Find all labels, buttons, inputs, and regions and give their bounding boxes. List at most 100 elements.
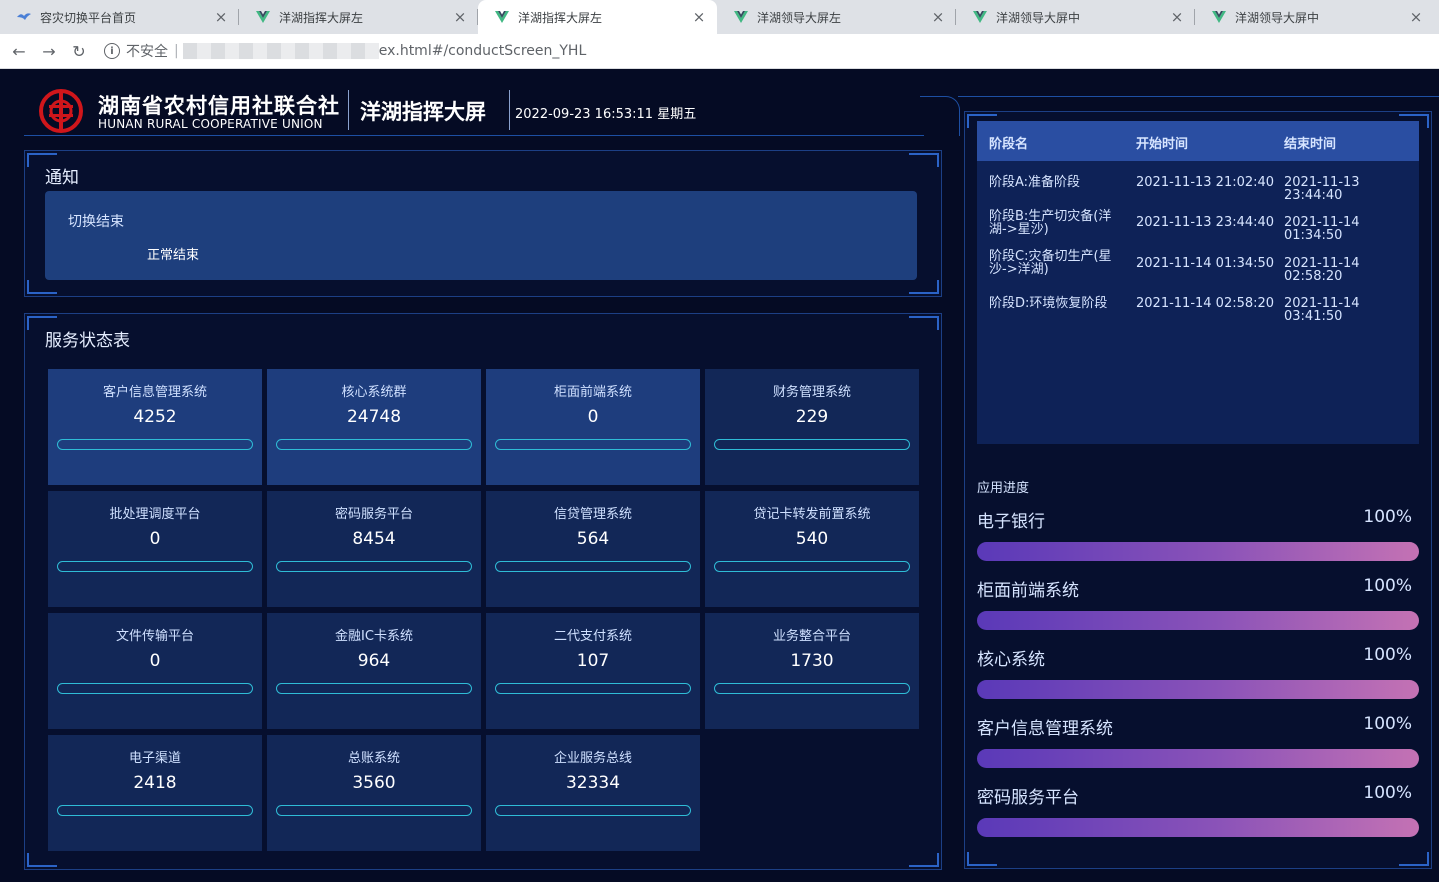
progress-bar bbox=[977, 542, 1419, 561]
service-tile[interactable]: 柜面前端系统 0 bbox=[486, 369, 700, 485]
service-name: 总账系统 bbox=[347, 751, 400, 766]
header-topline bbox=[958, 96, 1439, 97]
service-status-panel: 服务状态表 客户信息管理系统 4252 核心系统群 24748 柜面前端系统 0 财务… bbox=[24, 313, 942, 870]
service-tile[interactable]: 二代支付系统 107 bbox=[486, 613, 700, 729]
header-divider bbox=[509, 90, 510, 130]
service-value: 107 bbox=[576, 651, 610, 671]
service-name: 业务整合平台 bbox=[772, 629, 851, 644]
service-tile[interactable]: 信贷管理系统 564 bbox=[486, 491, 700, 607]
service-status-bar bbox=[276, 439, 472, 450]
browser-tab[interactable]: 洋湖领导大屏中 × bbox=[1195, 0, 1434, 34]
dashboard: 湖南省农村信用社联合社 HUNAN RURAL COOPERATIVE UNIO… bbox=[0, 70, 1439, 882]
close-icon[interactable]: × bbox=[1169, 8, 1185, 26]
column-header-stage: 阶段名 bbox=[989, 137, 1029, 152]
notice-title: 通知 bbox=[45, 168, 79, 188]
service-name: 电子渠道 bbox=[128, 751, 181, 766]
tab-label: 洋湖指挥大屏左 bbox=[518, 10, 603, 25]
panel-corner bbox=[27, 853, 57, 867]
service-name: 文件传输平台 bbox=[115, 629, 194, 644]
browser-tab[interactable]: 洋湖指挥大屏左 × bbox=[239, 0, 478, 34]
stage-start: 2021-11-14 01:34:50 bbox=[1136, 256, 1275, 271]
vue-icon bbox=[255, 9, 271, 25]
page-title: 洋湖指挥大屏 bbox=[360, 100, 486, 124]
progress-bar bbox=[977, 818, 1419, 837]
service-name: 金融IC卡系统 bbox=[335, 629, 413, 644]
service-tile[interactable]: 企业服务总线 32334 bbox=[486, 735, 700, 851]
info-icon[interactable]: i bbox=[104, 43, 120, 59]
service-status-bar bbox=[714, 439, 910, 450]
vue-icon bbox=[733, 9, 749, 25]
close-icon[interactable]: × bbox=[691, 8, 707, 26]
close-icon[interactable]: × bbox=[930, 8, 946, 26]
service-tile[interactable]: 财务管理系统 229 bbox=[705, 369, 919, 485]
close-icon[interactable]: × bbox=[213, 8, 229, 26]
service-tile[interactable]: 贷记卡转发前置系统 540 bbox=[705, 491, 919, 607]
browser-tab[interactable]: 洋湖领导大屏左 × bbox=[717, 0, 956, 34]
service-value: 0 bbox=[149, 651, 161, 671]
service-name: 批处理调度平台 bbox=[109, 507, 201, 522]
url-field[interactable]: i 不安全 | ex.html#/conductScreen_YHL bbox=[104, 37, 1429, 65]
tab-label: 洋湖指挥大屏左 bbox=[279, 10, 364, 25]
tab-label: 洋湖领导大屏中 bbox=[1235, 10, 1320, 25]
tab-label: 容灾切换平台首页 bbox=[40, 10, 137, 25]
stage-start: 2021-11-14 02:58:20 bbox=[1136, 296, 1275, 311]
browser-tab[interactable]: 洋湖领导大屏中 × bbox=[956, 0, 1195, 34]
service-tile[interactable]: 文件传输平台 0 bbox=[48, 613, 262, 729]
service-status-bar bbox=[714, 683, 910, 694]
service-tile[interactable]: 批处理调度平台 0 bbox=[48, 491, 262, 607]
stage-progress-panel: 阶段名 开始时间 结束时间 阶段A:准备阶段 2021-11-13 21:02:… bbox=[964, 111, 1432, 869]
service-value: 564 bbox=[576, 529, 610, 549]
progress-item-name: 密码服务平台 bbox=[977, 788, 1079, 808]
back-arrow-icon[interactable]: ← bbox=[8, 40, 30, 62]
org-name-en: HUNAN RURAL COOPERATIVE UNION bbox=[98, 117, 323, 131]
service-status-bar bbox=[57, 805, 253, 816]
stage-name: 阶段C:灾备切生产(星沙->洋湖) bbox=[989, 249, 1112, 277]
panel-corner bbox=[1399, 852, 1429, 866]
service-tile[interactable]: 核心系统群 24748 bbox=[267, 369, 481, 485]
progress-item-name: 柜面前端系统 bbox=[977, 581, 1079, 601]
url-redacted bbox=[182, 43, 379, 59]
progress-item-name: 电子银行 bbox=[977, 512, 1045, 532]
tab-label: 洋湖领导大屏中 bbox=[996, 10, 1081, 25]
stage-start: 2021-11-13 23:44:40 bbox=[1136, 215, 1275, 230]
url-text[interactable]: ex.html#/conductScreen_YHL bbox=[379, 43, 587, 59]
progress-bar bbox=[977, 749, 1419, 768]
stage-name: 阶段D:环境恢复阶段 bbox=[989, 296, 1108, 311]
stage-start: 2021-11-13 21:02:40 bbox=[1136, 175, 1275, 190]
service-value: 8454 bbox=[352, 529, 396, 549]
panel-corner bbox=[909, 280, 939, 294]
service-status-title: 服务状态表 bbox=[45, 331, 130, 351]
service-value: 2418 bbox=[133, 773, 177, 793]
vue-icon bbox=[972, 9, 988, 25]
service-tile[interactable]: 电子渠道 2418 bbox=[48, 735, 262, 851]
progress-item-value: 100% bbox=[1363, 576, 1412, 596]
service-value: 3560 bbox=[352, 773, 396, 793]
close-icon[interactable]: × bbox=[1408, 8, 1424, 26]
stage-end: 2021-11-14 02:58:20 bbox=[1284, 256, 1360, 284]
progress-bar bbox=[977, 680, 1419, 699]
service-status-bar bbox=[57, 439, 253, 450]
progress-bar bbox=[977, 611, 1419, 630]
progress-item-name: 客户信息管理系统 bbox=[977, 719, 1113, 739]
reload-icon[interactable]: ↻ bbox=[68, 40, 90, 62]
service-name: 核心系统群 bbox=[341, 385, 407, 400]
tab-label: 洋湖领导大屏左 bbox=[757, 10, 842, 25]
datetime: 2022-09-23 16:53:11 星期五 bbox=[515, 107, 697, 122]
service-value: 964 bbox=[357, 651, 391, 671]
panel-corner bbox=[967, 852, 997, 866]
service-tile[interactable]: 总账系统 3560 bbox=[267, 735, 481, 851]
service-tile[interactable]: 金融IC卡系统 964 bbox=[267, 613, 481, 729]
security-label[interactable]: 不安全 bbox=[126, 41, 168, 61]
browser-tab-active[interactable]: 洋湖指挥大屏左 × bbox=[478, 0, 717, 34]
column-header-start: 开始时间 bbox=[1136, 137, 1189, 152]
service-value: 24748 bbox=[346, 407, 402, 427]
header-divider bbox=[348, 90, 349, 130]
close-icon[interactable]: × bbox=[452, 8, 468, 26]
browser-tab[interactable]: 容灾切换平台首页 × bbox=[0, 0, 239, 34]
service-tile[interactable]: 密码服务平台 8454 bbox=[267, 491, 481, 607]
service-tile[interactable]: 客户信息管理系统 4252 bbox=[48, 369, 262, 485]
service-value: 0 bbox=[587, 407, 599, 427]
service-tile[interactable]: 业务整合平台 1730 bbox=[705, 613, 919, 729]
vue-icon bbox=[1211, 9, 1227, 25]
forward-arrow-icon[interactable]: → bbox=[38, 40, 60, 62]
